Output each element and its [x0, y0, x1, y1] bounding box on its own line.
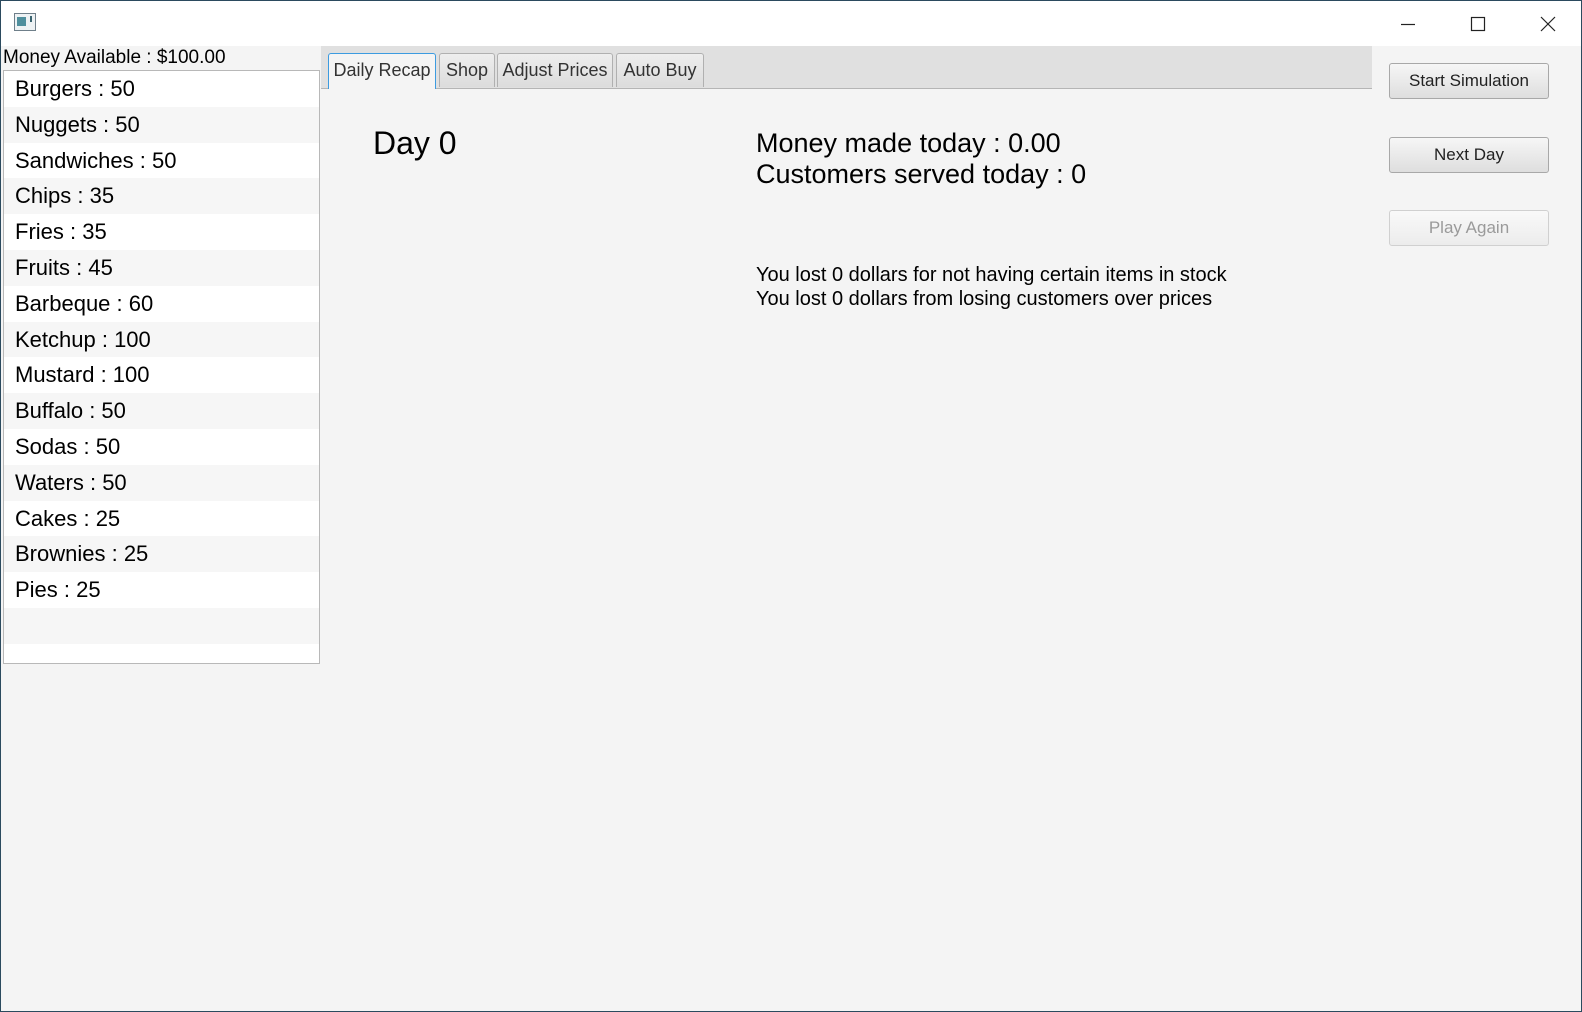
day-label: Day 0 [373, 125, 457, 161]
list-item[interactable]: Nuggets : 50 [4, 106, 319, 143]
app-icon [14, 13, 36, 31]
list-item[interactable]: Fries : 35 [4, 214, 319, 250]
inventory-list[interactable]: Burgers : 50 Nuggets : 50 Sandwiches : 5… [3, 70, 320, 664]
start-simulation-button[interactable]: Start Simulation [1389, 63, 1549, 99]
list-item[interactable]: Pies : 25 [4, 572, 319, 608]
tab-shop[interactable]: Shop [439, 53, 495, 87]
maximize-icon [1470, 16, 1486, 31]
tab-bar: Daily Recap Shop Adjust Prices Auto Buy [321, 46, 1372, 89]
tab-auto-buy[interactable]: Auto Buy [616, 53, 704, 87]
list-item[interactable]: Sodas : 50 [4, 428, 319, 465]
lost-prices-message: You lost 0 dollars from losing customers… [756, 288, 1213, 310]
list-item[interactable]: Buffalo : 50 [4, 393, 319, 429]
title-bar[interactable] [1, 1, 1581, 46]
minimize-icon [1401, 23, 1415, 25]
next-day-button[interactable]: Next Day [1389, 137, 1549, 173]
customers-served-today: Customers served today : 0 [756, 159, 1087, 189]
close-button[interactable] [1513, 1, 1581, 46]
list-item[interactable]: Burgers : 50 [4, 71, 319, 107]
empty-list-row [4, 607, 319, 644]
play-again-button[interactable]: Play Again [1389, 210, 1549, 246]
tab-daily-recap[interactable]: Daily Recap [328, 53, 436, 89]
money-made-today: Money made today : 0.00 [756, 128, 1061, 158]
list-item[interactable]: Barbeque : 60 [4, 285, 319, 322]
maximize-button[interactable] [1443, 1, 1513, 46]
app-window: Money Available : $100.00 Burgers : 50 N… [0, 0, 1582, 1012]
list-item[interactable]: Waters : 50 [4, 464, 319, 501]
tab-adjust-prices[interactable]: Adjust Prices [497, 53, 613, 87]
list-item[interactable]: Cakes : 25 [4, 500, 319, 537]
close-icon [1540, 16, 1556, 31]
list-item[interactable]: Brownies : 25 [4, 536, 319, 573]
list-item[interactable]: Mustard : 100 [4, 357, 319, 394]
lost-stock-message: You lost 0 dollars for not having certai… [756, 264, 1227, 286]
minimize-button[interactable] [1373, 1, 1443, 46]
list-item[interactable]: Fruits : 45 [4, 249, 319, 286]
list-item[interactable]: Chips : 35 [4, 178, 319, 215]
money-available-label: Money Available : $100.00 [3, 47, 226, 68]
list-item[interactable]: Sandwiches : 50 [4, 142, 319, 179]
list-item[interactable]: Ketchup : 100 [4, 321, 319, 358]
